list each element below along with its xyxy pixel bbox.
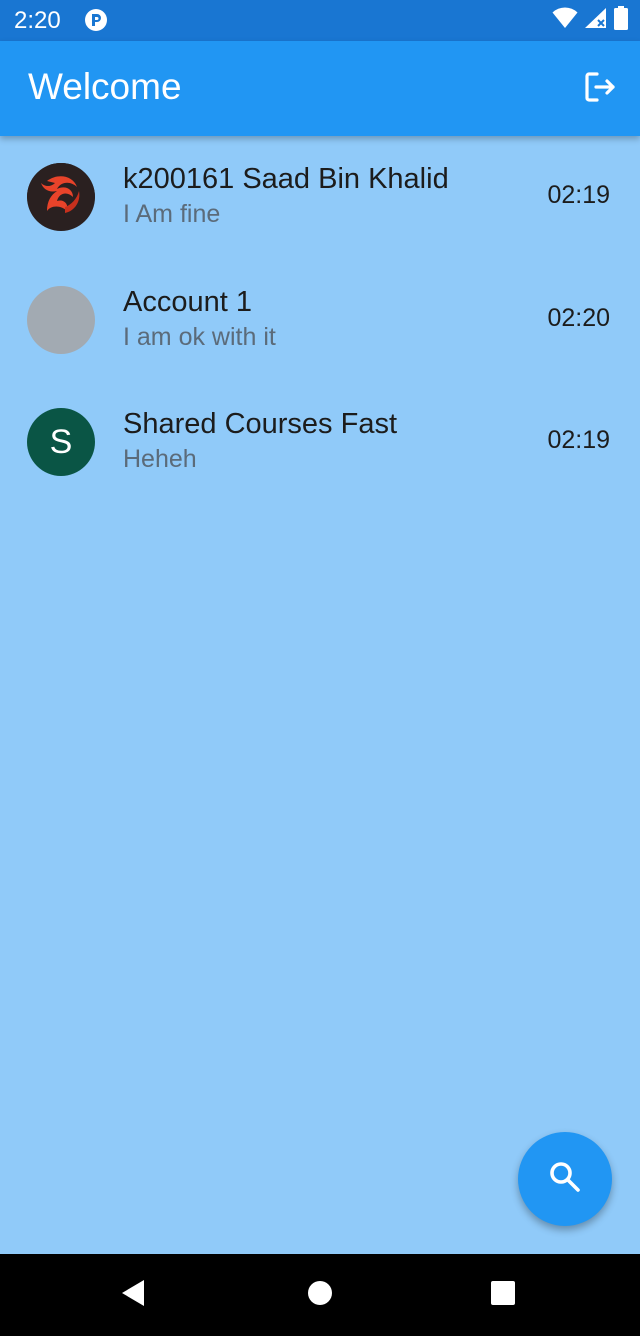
status-time: 2:20 xyxy=(14,7,61,34)
page-title: Welcome xyxy=(28,66,182,107)
home-icon xyxy=(307,1280,333,1311)
chat-list-item[interactable]: k200161 Saad Bin Khalid I Am fine 02:19 xyxy=(0,136,640,258)
chat-preview: I Am fine xyxy=(123,200,221,228)
logout-icon xyxy=(583,70,617,109)
status-bar: 2:20 xyxy=(0,0,640,41)
chat-name: Account 1 xyxy=(123,286,252,318)
chat-preview: I am ok with it xyxy=(123,323,276,351)
logout-button[interactable] xyxy=(580,69,620,109)
search-icon xyxy=(547,1159,583,1200)
phoenix-logo-icon xyxy=(27,163,95,231)
back-button[interactable] xyxy=(108,1270,158,1320)
chat-name: k200161 Saad Bin Khalid xyxy=(123,163,449,195)
signal-icon xyxy=(584,7,608,34)
recents-icon xyxy=(490,1280,516,1311)
avatar xyxy=(27,286,95,354)
home-button[interactable] xyxy=(295,1270,345,1320)
battery-icon xyxy=(614,5,628,35)
app-notification-icon xyxy=(84,8,108,32)
recents-button[interactable] xyxy=(478,1270,528,1320)
system-nav-bar xyxy=(0,1254,640,1336)
chat-name: Shared Courses Fast xyxy=(123,408,398,440)
chat-list-item[interactable]: Account 1 I am ok with it 02:20 xyxy=(0,259,640,381)
chat-preview: Heheh xyxy=(123,445,197,473)
back-icon xyxy=(120,1279,146,1312)
search-fab-button[interactable] xyxy=(518,1132,612,1226)
avatar: S xyxy=(27,408,95,476)
chat-time: 02:19 xyxy=(547,181,610,209)
chat-list-item[interactable]: S Shared Courses Fast Heheh 02:19 xyxy=(0,381,640,503)
chat-time: 02:20 xyxy=(547,304,610,332)
avatar xyxy=(27,163,95,231)
app-bar: Welcome xyxy=(0,41,640,136)
wifi-icon xyxy=(552,6,578,34)
avatar-letter: S xyxy=(49,423,73,461)
chat-time: 02:19 xyxy=(547,426,610,454)
status-icons xyxy=(552,5,628,35)
